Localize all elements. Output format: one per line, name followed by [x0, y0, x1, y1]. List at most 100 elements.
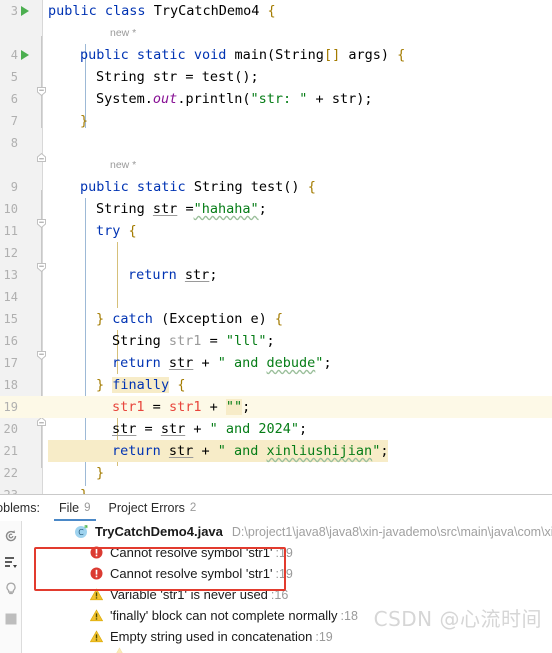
code-lines: 3 public class TryCatchDemo4 { new * 4 p… [0, 0, 552, 494]
svg-text:C: C [78, 528, 84, 537]
error-icon [90, 546, 103, 559]
java-class-icon: C [74, 524, 89, 539]
run-gutter-icon[interactable] [21, 50, 29, 60]
line-number: 7 [10, 114, 18, 128]
error-icon [90, 567, 103, 580]
line-number: 16 [3, 334, 18, 348]
line-number: 10 [3, 202, 18, 216]
problem-line: :18 [340, 608, 358, 623]
code-line[interactable]: 10 String str ="hahaha"; [0, 198, 552, 220]
problems-tree[interactable]: C TryCatchDemo4.java D:\project1\java8\j… [23, 521, 552, 653]
problem-message: Cannot resolve symbol 'str1' [110, 545, 273, 560]
code-line[interactable]: 17 return str + " and debude"; [0, 352, 552, 374]
line-number: 4 [10, 48, 18, 62]
code-vision-hint[interactable]: new * [110, 154, 136, 176]
sort-filter-icon[interactable] [3, 554, 19, 570]
fold-close-icon[interactable] [36, 380, 47, 426]
line-number: 13 [3, 268, 18, 282]
code-line[interactable]: 18 } finally { [0, 374, 552, 426]
problem-row[interactable]: Cannot resolve symbol 'str1' :19 [23, 542, 552, 563]
line-number: 15 [3, 312, 18, 326]
code-line[interactable]: 7 } [0, 110, 552, 162]
line-number: 3 [10, 4, 18, 18]
code-line-active[interactable]: 19 str1 = str1 + ""; [0, 396, 552, 418]
code-line[interactable]: 8 [0, 132, 552, 154]
problems-body: C TryCatchDemo4.java D:\project1\java8\j… [0, 521, 552, 653]
problem-line: :19 [275, 566, 293, 581]
warning-icon [113, 647, 126, 653]
line-number: 18 [3, 378, 18, 392]
rerun-icon[interactable] [3, 528, 19, 544]
line-number: 9 [10, 180, 18, 194]
line-number: 12 [3, 246, 18, 260]
tab-file-label: File [58, 501, 80, 515]
tab-file-count: 9 [84, 502, 91, 514]
code-line[interactable]: 23 } [0, 484, 552, 494]
warning-icon [89, 588, 104, 601]
code-line[interactable]: 6 System.out.println("str: " + str); [0, 88, 552, 110]
line-number: 23 [0, 484, 18, 494]
code-line[interactable]: 12 [0, 242, 552, 264]
code-editor[interactable]: 3 public class TryCatchDemo4 { new * 4 p… [0, 0, 552, 494]
watermark: CSDN @心流时间 [373, 607, 542, 631]
problems-panel-title: roblems: [0, 501, 40, 515]
fold-open-icon[interactable] [36, 226, 47, 273]
line-number: 22 [3, 466, 18, 480]
line-number: 14 [3, 290, 18, 304]
code-line[interactable]: 4 public static void main(String[] args)… [0, 44, 552, 97]
fold-open-icon[interactable] [36, 182, 47, 229]
line-number: 6 [10, 92, 18, 106]
tab-project-errors[interactable]: Project Errors 2 [100, 495, 206, 521]
fold-close-icon[interactable] [36, 468, 47, 479]
problem-row-clipped[interactable] [46, 643, 552, 653]
tab-project-errors-label: Project Errors [108, 501, 185, 515]
preview-icon[interactable] [3, 611, 19, 627]
tab-file[interactable]: File 9 [50, 495, 100, 521]
fold-open-icon[interactable] [36, 50, 47, 97]
code-line[interactable]: 15 } catch (Exception e) { [0, 308, 552, 361]
problems-file-row[interactable]: C TryCatchDemo4.java D:\project1\java8\j… [23, 521, 552, 542]
code-line[interactable]: 20 str = str + " and 2024"; [0, 418, 552, 440]
code-vision-hint[interactable]: new * [110, 22, 136, 44]
tab-project-errors-count: 2 [189, 502, 197, 514]
problems-file-path: D:\project1\java8\java8\xin-javademo\src… [231, 524, 552, 539]
problem-line: :16 [270, 587, 289, 602]
problems-tab-bar: roblems: File 9 Project Errors 2 [0, 495, 552, 521]
code-vision-hint-row: new * [0, 22, 552, 44]
problem-message: Empty string used in concatenation [110, 629, 313, 644]
fold-close-icon[interactable] [36, 116, 47, 162]
line-number: 19 [3, 400, 18, 414]
line-number: 21 [3, 444, 18, 458]
code-vision-hint-row: new * [0, 154, 552, 176]
problem-row[interactable]: Variable 'str1' is never used :16 [23, 584, 552, 605]
warning-icon [89, 630, 104, 643]
problem-line: :19 [315, 629, 333, 644]
code-line[interactable]: 9 public static String test() { [0, 176, 552, 229]
problem-row[interactable]: Cannot resolve symbol 'str1' :19 [23, 563, 552, 584]
problems-left-toolbar[interactable] [0, 521, 22, 653]
problem-message: Cannot resolve symbol 'str1' [110, 566, 273, 581]
code-line[interactable]: 22 } [0, 462, 552, 484]
problem-message: Variable 'str1' is never used [110, 587, 268, 602]
line-number: 11 [3, 224, 18, 238]
code-line[interactable]: 3 public class TryCatchDemo4 { [0, 0, 552, 22]
code-line[interactable]: 5 String str = test(); [0, 66, 552, 88]
line-number: 17 [3, 356, 18, 370]
run-gutter-icon[interactable] [21, 6, 29, 16]
fold-open-icon[interactable] [36, 314, 47, 361]
problem-line: :19 [275, 545, 293, 560]
code-line[interactable]: 21 return str + " and xinliushijian"; [0, 440, 552, 462]
warning-icon [89, 609, 104, 622]
ide-window: 3 public class TryCatchDemo4 { new * 4 p… [0, 0, 552, 653]
line-number: 8 [10, 136, 18, 150]
line-number: 20 [3, 422, 18, 436]
line-number: 5 [10, 70, 18, 84]
code-line[interactable]: 13 return str; [0, 264, 552, 286]
code-line[interactable]: 11 try { [0, 220, 552, 273]
code-line[interactable]: 16 String str1 = "lll"; [0, 330, 552, 352]
problems-panel: roblems: File 9 Project Errors 2 [0, 494, 552, 653]
lightbulb-icon[interactable] [3, 581, 19, 597]
problem-message: 'finally' block can not complete normall… [110, 608, 338, 623]
problems-file-name: TryCatchDemo4.java [95, 524, 223, 539]
code-line[interactable]: 14 [0, 286, 552, 308]
